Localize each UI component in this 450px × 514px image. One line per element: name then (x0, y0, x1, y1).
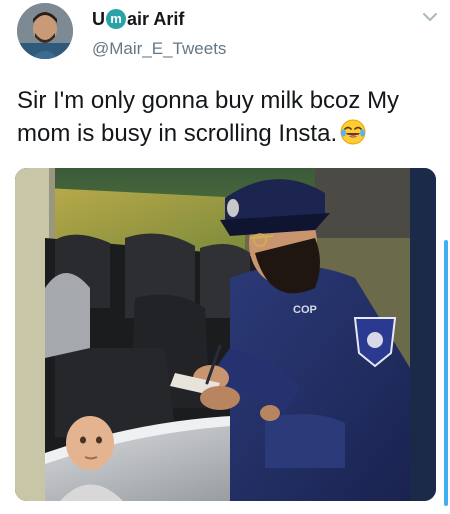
tweet-text: Sir I'm only gonna buy milk bcoz My mom … (17, 84, 442, 150)
tweet-photo[interactable]: COP (15, 168, 436, 501)
user-handle[interactable]: @Mair_E_Tweets (92, 38, 226, 60)
display-name[interactable]: U m air Arif (92, 8, 184, 30)
chevron-down-icon[interactable] (421, 10, 439, 24)
display-name-prefix: U (92, 9, 105, 29)
display-name-suffix: air Arif (127, 9, 185, 29)
tweet-card: U m air Arif @Mair_E_Tweets Sir I'm only… (0, 0, 450, 514)
scrollbar[interactable] (444, 240, 448, 506)
avatar[interactable] (17, 3, 73, 59)
face-with-tears-of-joy-icon (339, 118, 367, 146)
uniform-text: COP (293, 304, 317, 316)
name-badge-icon: m (106, 9, 126, 29)
